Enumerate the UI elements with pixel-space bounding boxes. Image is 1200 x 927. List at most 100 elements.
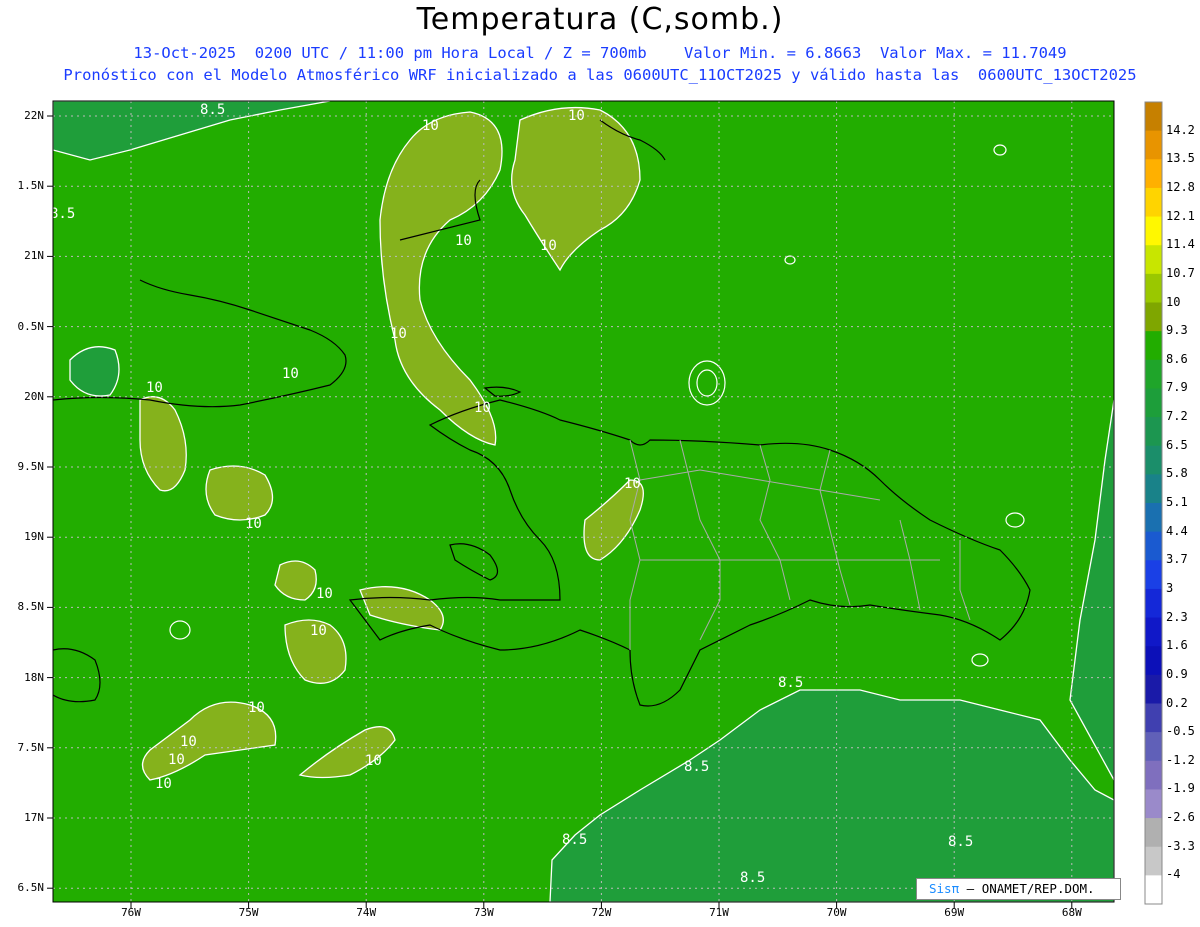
colorbar-label: -2.6 — [1166, 810, 1195, 825]
colorbar-label: 3 — [1166, 580, 1174, 595]
colorbar-segment — [1145, 130, 1162, 160]
colorbar-segment — [1145, 302, 1162, 332]
colorbar-segment — [1145, 417, 1162, 447]
colorbar-label: 5.1 — [1166, 495, 1188, 509]
cool-area-west-blob — [69, 346, 120, 397]
contour-label: 8.5 — [740, 870, 765, 886]
contour-label: 8.5 — [562, 832, 587, 848]
warm-area-west-2 — [205, 465, 274, 521]
colorbar-segment — [1145, 245, 1162, 275]
colorbar-label: 12.1 — [1166, 208, 1195, 223]
colorbar-segment — [1145, 359, 1162, 389]
colorbar — [1144, 101, 1163, 905]
colorbar-label: -3.3 — [1166, 838, 1195, 853]
colorbar-segment — [1145, 818, 1162, 848]
colorbar-segment — [1145, 846, 1162, 876]
colorbar-label: 7.9 — [1166, 380, 1188, 395]
credit-box: Sisπ – ONAMET/REP.DOM. — [916, 878, 1121, 900]
colorbar-label: 6.5 — [1166, 437, 1188, 452]
colorbar-label: 14.2 — [1166, 122, 1195, 137]
colorbar-label: 9.3 — [1166, 323, 1188, 338]
contour-label: 8.5 — [778, 675, 803, 691]
colorbar-label: 7.2 — [1166, 409, 1188, 424]
lon-label: 73W — [473, 906, 494, 919]
colorbar-label: 8.6 — [1166, 351, 1188, 366]
lat-label: 7.5N — [17, 740, 45, 754]
lon-label: 75W — [238, 906, 259, 919]
lat-label: 21N — [24, 249, 44, 263]
colorbar-label: 3.7 — [1166, 552, 1188, 567]
colorbar-segment — [1145, 531, 1162, 561]
colorbar-segment — [1145, 159, 1162, 189]
colorbar-label: 10 — [1166, 294, 1181, 309]
colorbar-segment — [1145, 732, 1162, 762]
colorbar-label: -1.2 — [1166, 752, 1195, 767]
colorbar-label: -4 — [1166, 867, 1181, 882]
colorbar-segment — [1145, 273, 1162, 303]
lat-label: 18N — [24, 670, 44, 684]
colorbar-segment — [1145, 875, 1162, 905]
colorbar-segment — [1145, 588, 1162, 619]
colorbar-segment — [1145, 760, 1162, 790]
lat-label: 1.5N — [17, 179, 45, 193]
colorbar-label: 0.2 — [1166, 695, 1188, 710]
colorbar-label: 2.3 — [1166, 609, 1188, 624]
lon-label: 72W — [591, 906, 612, 919]
contour-label: 10 — [248, 700, 265, 716]
contour-label: 10 — [455, 233, 472, 249]
contour-label: 8.5 — [50, 206, 75, 222]
lon-label: 69W — [944, 906, 965, 919]
colorbar-segment — [1145, 703, 1162, 733]
lon-label: 76W — [121, 906, 141, 919]
colorbar-segment — [1145, 331, 1162, 361]
colorbar-segment — [1145, 216, 1162, 246]
lat-label: 22N — [24, 109, 44, 122]
contour-label: 10 — [390, 326, 407, 342]
colorbar-label: 12.8 — [1166, 179, 1195, 194]
colorbar-segment — [1145, 187, 1162, 218]
colorbar-segment — [1145, 646, 1162, 676]
contour-label: 10 — [310, 623, 327, 639]
lat-label: 19N — [24, 530, 44, 544]
temperature-map: 8.5 10 10 10 10 10 10 10 10 10 10 10 10 … — [47, 100, 1163, 908]
colorbar-segment — [1145, 474, 1162, 504]
lat-label: 0.5N — [17, 319, 45, 333]
lat-label: 9.5N — [17, 460, 45, 473]
colorbar-label: 10.7 — [1166, 265, 1195, 280]
colorbar-segment — [1145, 102, 1162, 132]
contour-label: 8.5 — [684, 759, 709, 775]
colorbar-segment — [1145, 503, 1162, 533]
colorbar-label: 11.4 — [1166, 237, 1195, 252]
contour-label: 10 — [624, 476, 641, 492]
contour-label: 10 — [540, 238, 557, 254]
colorbar-label: 5.8 — [1166, 466, 1188, 481]
colorbar-label: 13.5 — [1166, 151, 1195, 166]
lon-label: 71W — [709, 906, 729, 919]
lon-label: 68W — [1061, 906, 1082, 919]
credit-org: – ONAMET/REP.DOM. — [966, 881, 1095, 896]
contour-label: 10 — [245, 516, 262, 532]
colorbar-label: 1.6 — [1166, 638, 1188, 653]
lon-label: 70W — [826, 906, 847, 919]
contour-label: 8.5 — [948, 834, 973, 850]
lat-label: 8.5N — [17, 600, 45, 614]
contour-label: 10 — [155, 776, 172, 792]
contour-label: 10 — [365, 753, 382, 769]
colorbar-segment — [1145, 445, 1162, 475]
contour-label: 10 — [474, 400, 491, 416]
contour-label: 10 — [180, 734, 197, 750]
sispi-logo: Sisπ — [929, 881, 960, 896]
colorbar-segment — [1145, 789, 1162, 819]
lat-label: 17N — [24, 811, 44, 824]
contour-label: 10 — [282, 366, 299, 382]
colorbar-segment — [1145, 388, 1162, 418]
contour-label: 10 — [146, 380, 163, 396]
colorbar-label: -1.9 — [1166, 781, 1195, 796]
contour-label: 10 — [168, 752, 185, 768]
colorbar-label: 4.4 — [1166, 523, 1188, 538]
colorbar-segment — [1145, 560, 1162, 590]
colorbar-label: -0.5 — [1166, 724, 1195, 739]
colorbar-segment — [1145, 617, 1162, 647]
lat-label: 6.5N — [17, 881, 45, 895]
contour-label: 10 — [316, 586, 333, 602]
